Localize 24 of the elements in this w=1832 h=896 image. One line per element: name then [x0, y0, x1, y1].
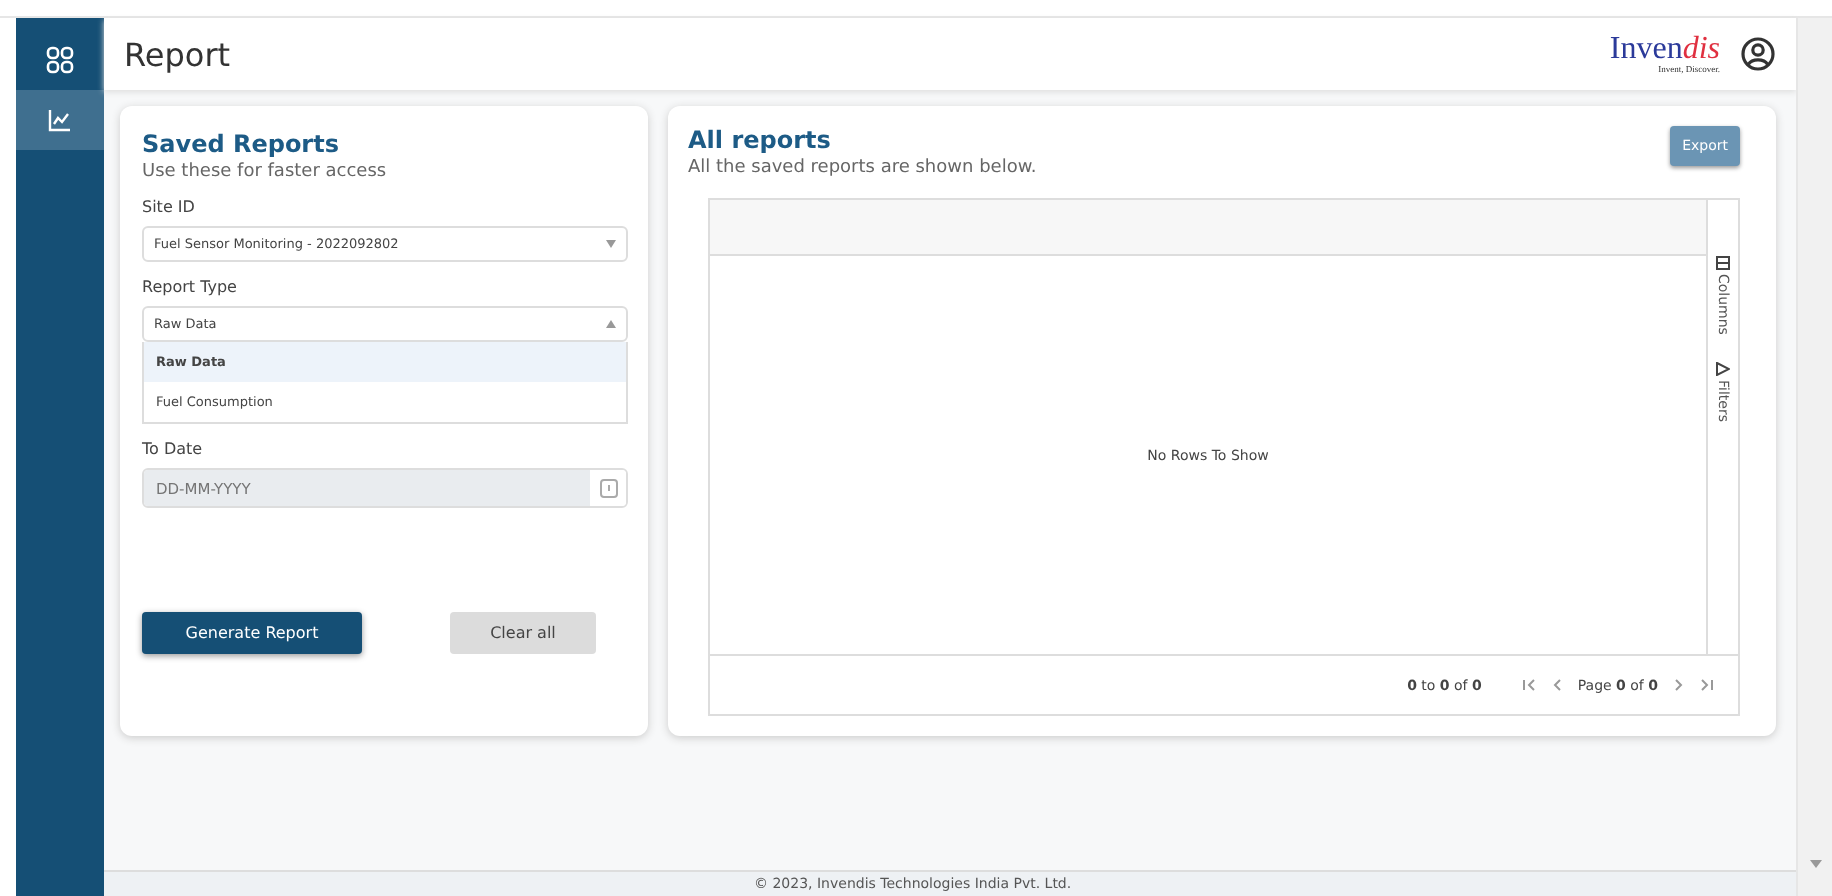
- card-subtitle: Use these for faster access: [142, 162, 389, 182]
- page-title: Report: [124, 35, 233, 73]
- user-icon[interactable]: [1740, 36, 1776, 72]
- scroll-down-icon[interactable]: [1809, 860, 1821, 868]
- grid-icon: [46, 46, 74, 74]
- line-chart-icon: [48, 108, 72, 132]
- field-label: Site ID: [142, 198, 197, 216]
- sidebar-item[interactable]: [16, 90, 104, 150]
- caret-icon: [606, 320, 616, 328]
- calendar-icon: [599, 478, 617, 498]
- clear-button[interactable]: Clear all: [450, 612, 596, 654]
- next-page-icon[interactable]: [1674, 678, 1684, 692]
- field-label: Report Type: [142, 278, 239, 296]
- card-title: Saved Reports: [142, 130, 341, 158]
- columns-icon: [1716, 256, 1730, 270]
- first-page-icon[interactable]: [1521, 678, 1536, 692]
- previous-page-icon[interactable]: [1551, 678, 1562, 692]
- field-label: To Date: [142, 440, 205, 458]
- generate-report-button[interactable]: Generate Report: [142, 612, 362, 654]
- last-page-icon[interactable]: [1700, 678, 1714, 692]
- card-title: All reports: [688, 126, 833, 154]
- caret-icon: [606, 240, 616, 248]
- card-subtitle: All the saved reports are shown below.: [688, 158, 1037, 178]
- filter-icon: [1716, 362, 1730, 377]
